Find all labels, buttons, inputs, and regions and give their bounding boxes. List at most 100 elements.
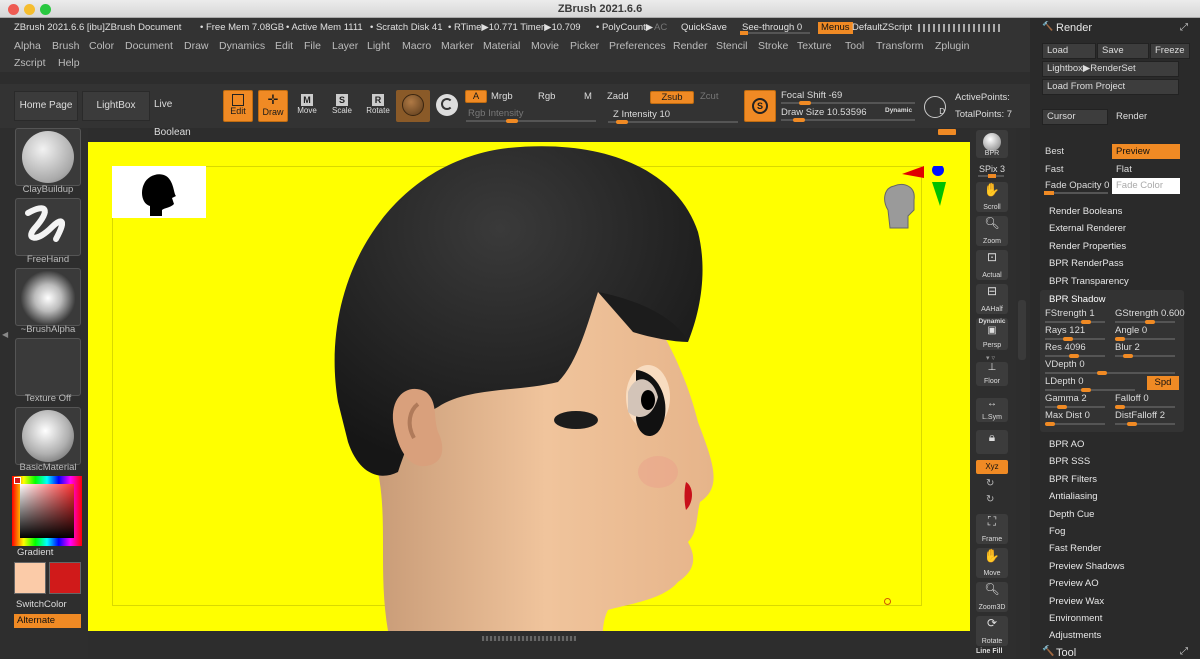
menu-render[interactable]: Render xyxy=(673,40,707,52)
menu-alpha[interactable]: Alpha xyxy=(14,40,41,52)
close-window-button[interactable] xyxy=(8,4,19,15)
live-boolean-button[interactable]: Live Boolean xyxy=(154,91,210,138)
render-item-bpr-filters[interactable]: BPR Filters xyxy=(1049,474,1097,485)
quicksave-button[interactable]: QuickSave xyxy=(681,18,727,38)
zoom-window-button[interactable] xyxy=(40,4,51,15)
scale-button[interactable]: S Scale xyxy=(329,94,355,122)
z-intensity-slider[interactable]: Z Intensity 10 xyxy=(613,109,670,120)
menu-file[interactable]: File xyxy=(304,40,321,52)
head-model[interactable] xyxy=(88,142,970,631)
navigation-gizmo[interactable] xyxy=(864,166,954,256)
res-slider[interactable]: Res 4096 xyxy=(1045,342,1105,358)
render-item-bpr-sss[interactable]: BPR SSS xyxy=(1049,456,1090,467)
render-item-adjustments[interactable]: Adjustments xyxy=(1049,630,1101,641)
draw-mode-button[interactable]: ✛ Draw xyxy=(258,90,288,122)
lightbox-button[interactable]: LightBox xyxy=(82,91,150,121)
render-item-depth-cue[interactable]: Depth Cue xyxy=(1049,509,1094,520)
menu-stencil[interactable]: Stencil xyxy=(716,40,748,52)
menu-stroke[interactable]: Stroke xyxy=(758,40,788,52)
line-fill-button[interactable]: Line Fill xyxy=(976,648,1002,655)
menu-zplugin[interactable]: Zplugin xyxy=(935,40,969,52)
menu-texture[interactable]: Texture xyxy=(797,40,831,52)
render-item-bpr-transparency[interactable]: BPR Transparency xyxy=(1049,276,1129,287)
load-from-project-button[interactable]: Load From Project xyxy=(1042,79,1179,95)
material-sphere-button[interactable] xyxy=(396,90,430,122)
freeze-button[interactable]: Freeze xyxy=(1150,43,1190,59)
render-item-render-booleans[interactable]: Render Booleans xyxy=(1049,206,1122,217)
menu-dynamics[interactable]: Dynamics xyxy=(219,40,265,52)
menu-movie[interactable]: Movie xyxy=(531,40,559,52)
rotate-y-icon[interactable]: ↻ xyxy=(986,478,994,489)
gradient-label[interactable]: Gradient xyxy=(17,547,53,558)
load-button[interactable]: Load xyxy=(1042,43,1096,59)
best-mode[interactable]: Best xyxy=(1045,146,1064,157)
left-collapse-icon[interactable]: ◀ xyxy=(2,330,8,348)
see-through-track[interactable] xyxy=(740,31,810,35)
persp-button[interactable]: Dynamic ▣ Persp xyxy=(976,318,1008,350)
right-scrollbar[interactable] xyxy=(1018,300,1026,360)
brush-thumbnail[interactable] xyxy=(15,128,81,186)
render-item-preview-wax[interactable]: Preview Wax xyxy=(1049,596,1104,607)
layout-icons[interactable] xyxy=(918,24,1000,32)
menu-tool[interactable]: Tool xyxy=(845,40,864,52)
rgb-intensity-slider[interactable]: Rgb Intensity xyxy=(468,108,523,119)
preview-mode[interactable]: Preview xyxy=(1112,144,1180,159)
edit-mode-button[interactable]: Edit xyxy=(223,90,253,122)
vdepth-slider[interactable]: VDepth 0 xyxy=(1045,359,1175,375)
fstrength-slider[interactable]: FStrength 1 xyxy=(1045,308,1105,324)
fade-color-swatch[interactable]: Fade Color xyxy=(1112,178,1180,194)
gamma-slider[interactable]: Gamma 2 xyxy=(1045,393,1105,409)
dist-falloff-slider[interactable]: DistFalloff 2 xyxy=(1115,410,1175,426)
menu-zscript[interactable]: Zscript xyxy=(14,57,46,69)
frame-button[interactable]: ⛶ Frame xyxy=(976,514,1008,544)
zoom3d-button[interactable]: 🔍︎ Zoom3D xyxy=(976,582,1008,612)
dynamic-toggle[interactable]: Dynamic xyxy=(885,107,912,114)
save-button[interactable]: Save xyxy=(1097,43,1149,59)
move-3d-button[interactable]: ✋ Move xyxy=(976,548,1008,578)
home-page-button[interactable]: Home Page xyxy=(14,91,78,121)
render-item-bpr-ao[interactable]: BPR AO xyxy=(1049,439,1084,450)
spd-toggle[interactable]: Spd xyxy=(1147,376,1179,390)
render-item-fast-render[interactable]: Fast Render xyxy=(1049,543,1101,554)
bpr-button[interactable]: BPR xyxy=(976,130,1008,158)
texture-thumbnail[interactable] xyxy=(15,338,81,396)
render-item-environment[interactable]: Environment xyxy=(1049,613,1102,624)
tool-expand-icon[interactable]: ⤢ xyxy=(1180,646,1188,657)
rotate-3d-button[interactable]: ⟳ Rotate xyxy=(976,616,1008,646)
actual-button[interactable]: ⊡ Actual xyxy=(976,250,1008,280)
menu-transform[interactable]: Transform xyxy=(876,40,923,52)
expand-icon[interactable]: ⤢ xyxy=(1180,22,1188,33)
spix-track[interactable] xyxy=(978,174,1004,178)
menu-draw[interactable]: Draw xyxy=(184,40,209,52)
zoom-button[interactable]: 🔍︎ Zoom xyxy=(976,216,1008,246)
alpha-thumbnail[interactable] xyxy=(15,268,81,326)
document-canvas[interactable] xyxy=(88,142,970,631)
move-button[interactable]: M Move xyxy=(294,94,320,122)
fade-opacity-track[interactable] xyxy=(1044,191,1108,195)
render-item-external-renderer[interactable]: External Renderer xyxy=(1049,223,1126,234)
tool-palette-title[interactable]: Tool xyxy=(1056,647,1076,659)
rotate-z-icon[interactable]: ↻ xyxy=(986,494,994,505)
menu-edit[interactable]: Edit xyxy=(275,40,293,52)
flat-mode[interactable]: Flat xyxy=(1116,164,1132,175)
zcut-toggle[interactable]: Zcut xyxy=(700,91,718,102)
render-item-bpr-renderpass[interactable]: BPR RenderPass xyxy=(1049,258,1123,269)
render-item-fog[interactable]: Fog xyxy=(1049,526,1065,537)
focal-shift-slider[interactable]: Focal Shift -69 xyxy=(781,90,842,101)
menu-preferences[interactable]: Preferences xyxy=(609,40,666,52)
fast-mode[interactable]: Fast xyxy=(1045,164,1063,175)
menu-brush[interactable]: Brush xyxy=(52,40,79,52)
spix-slider[interactable]: SPix 3 xyxy=(979,164,1005,174)
minimize-window-button[interactable] xyxy=(24,4,35,15)
lightbox-renderset-button[interactable]: Lightbox▶RenderSet xyxy=(1042,61,1179,77)
render-item-antialiasing[interactable]: Antialiasing xyxy=(1049,491,1098,502)
switch-color-button[interactable]: SwitchColor xyxy=(16,599,67,610)
defaultzscript-button[interactable]: DefaultZScript xyxy=(852,18,912,38)
cursor-button[interactable]: Cursor xyxy=(1042,109,1108,125)
see-through-slider[interactable]: See-through 0 xyxy=(742,18,802,38)
render-palette-title[interactable]: Render xyxy=(1056,22,1092,34)
focal-shift-track[interactable] xyxy=(781,101,915,105)
lock-button[interactable]: 🔒︎ xyxy=(976,430,1008,454)
a-toggle[interactable]: A xyxy=(465,90,487,103)
z-intensity-track[interactable] xyxy=(608,120,738,124)
